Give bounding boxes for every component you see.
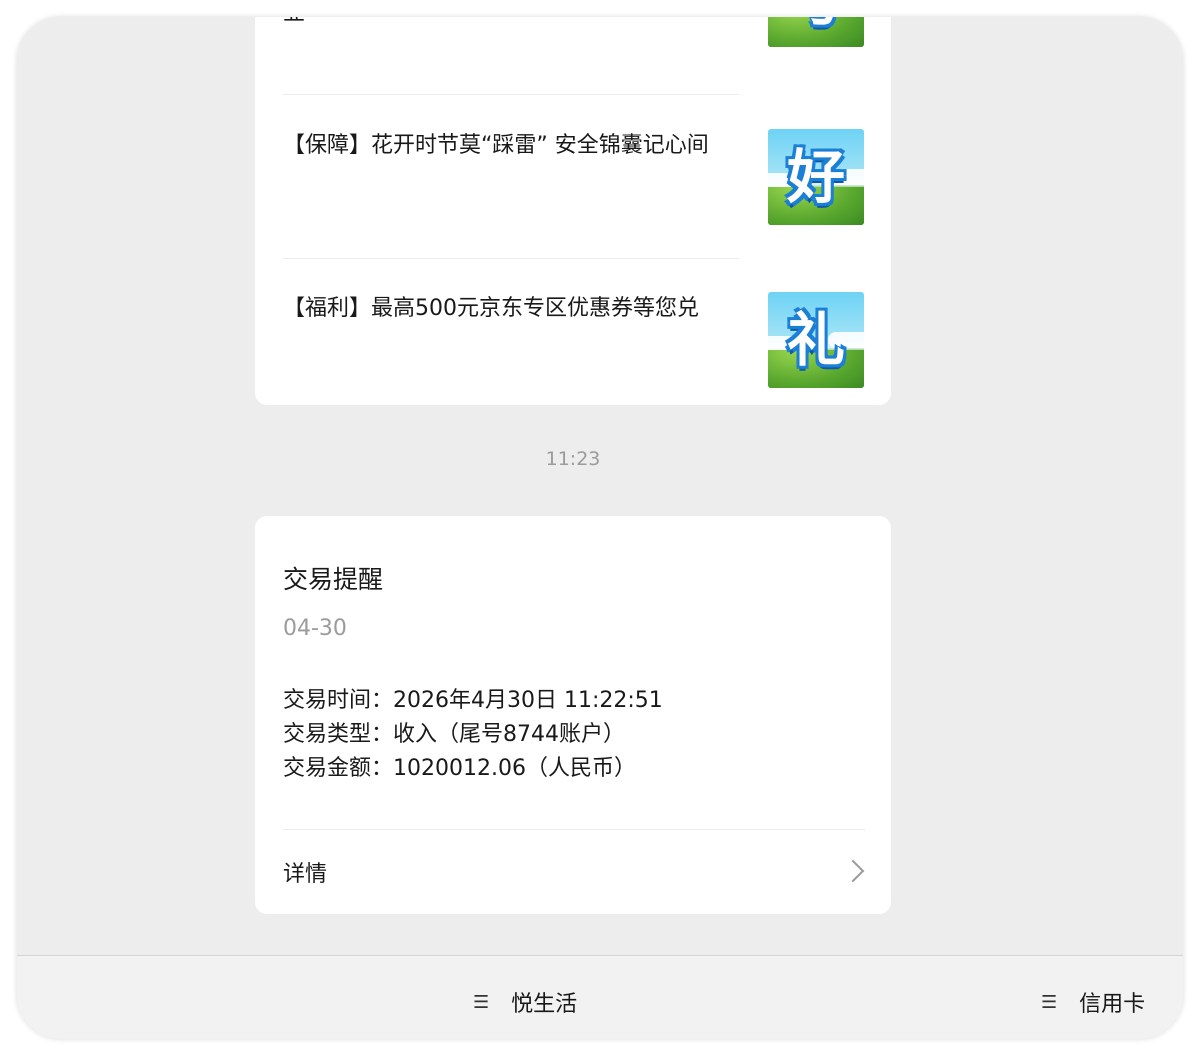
news-item[interactable]: 业 号 (283, 17, 864, 82)
news-item[interactable]: 【福利】最高500元京东专区优惠券等您兑 礼 (283, 292, 864, 388)
news-item-text: 业 (283, 17, 723, 31)
menu-label: 信用卡 (1079, 992, 1146, 1017)
transaction-card[interactable]: 交易提醒 04-30 交易时间：2026年4月30日 11:22:51 交易类型… (255, 516, 891, 914)
transaction-time: 交易时间：2026年4月30日 11:22:51 (283, 688, 663, 713)
transaction-details: 交易时间：2026年4月30日 11:22:51 交易类型：收入（尾号8744账… (283, 684, 663, 786)
transaction-divider (283, 829, 865, 830)
news-thumbnail: 礼 (768, 292, 864, 388)
chat-window: 业 号 【保障】花开时节莫“踩雷” 安全锦囊记心间 好 【福利】最高500元京东… (17, 17, 1183, 1039)
menu-credit-card[interactable]: ☰ 信用卡 (1041, 986, 1145, 1018)
transaction-type: 交易类型：收入（尾号8744账户） (283, 722, 625, 747)
transaction-date: 04-30 (283, 616, 347, 641)
transaction-title: 交易提醒 (283, 565, 384, 594)
detail-link[interactable]: 详情 (283, 856, 327, 888)
transaction-amount: 交易金额：1020012.06（人民币） (283, 756, 636, 781)
news-divider (283, 94, 739, 95)
news-thumbnail-glyph: 好 (786, 143, 845, 211)
news-divider (283, 258, 739, 259)
news-thumbnail-glyph: 礼 (786, 306, 845, 374)
news-thumbnail: 好 (768, 129, 864, 225)
news-item-text: 【福利】最高500元京东专区优惠券等您兑 (283, 296, 699, 321)
news-item-text: 【保障】花开时节莫“踩雷” 安全锦囊记心间 (283, 133, 709, 158)
hamburger-icon: ☰ (1041, 991, 1058, 1013)
bottom-menu-bar: ☰ 悦生活 ☰ 信用卡 (17, 955, 1183, 1039)
news-card: 业 号 【保障】花开时节莫“踩雷” 安全锦囊记心间 好 【福利】最高500元京东… (255, 17, 891, 405)
news-thumbnail-glyph: 号 (768, 17, 864, 39)
message-timestamp: 11:23 (545, 448, 601, 470)
news-item[interactable]: 【保障】花开时节莫“踩雷” 安全锦囊记心间 好 (283, 129, 864, 225)
menu-yueshenghuo[interactable]: ☰ 悦生活 (473, 986, 577, 1018)
hamburger-icon: ☰ (473, 991, 490, 1013)
chevron-right-icon[interactable] (841, 859, 865, 883)
menu-label: 悦生活 (511, 992, 578, 1017)
news-thumbnail: 号 (768, 17, 864, 47)
